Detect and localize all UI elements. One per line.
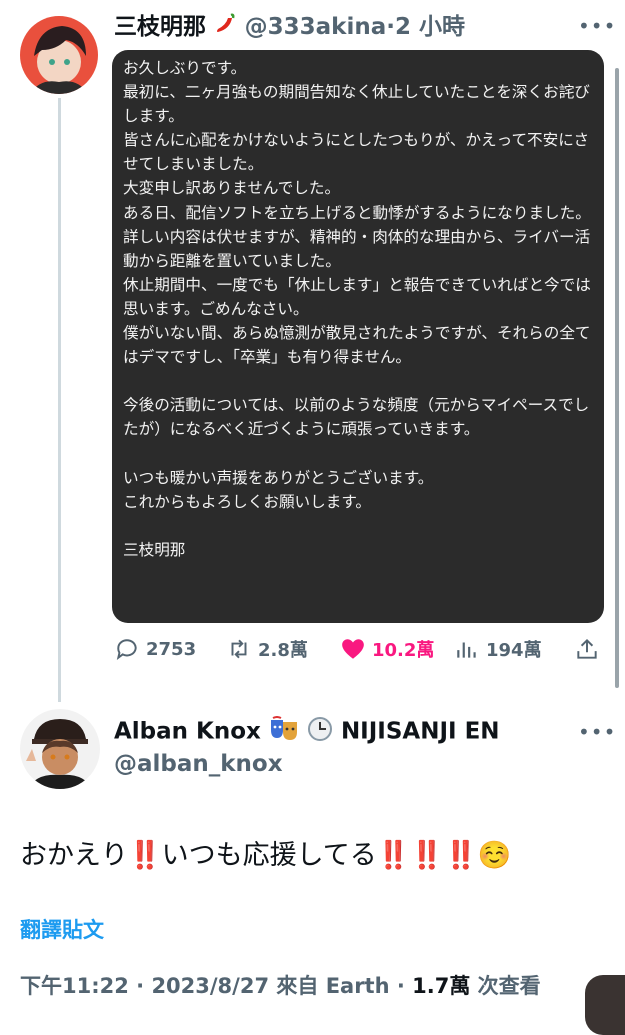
note-image[interactable]: お久しぶりです。 最初に、二ヶ月強もの期間告知なく休止していたことを深くお詫びし… — [112, 50, 604, 623]
affiliation-label: NIJISANJI EN — [340, 718, 500, 745]
reply-count: 2753 — [146, 638, 197, 660]
floating-action-button[interactable] — [585, 975, 625, 1035]
reply-icon — [116, 639, 137, 661]
reply-author-name[interactable]: Alban Knox — [114, 719, 261, 745]
like-button[interactable]: 10.2萬 — [340, 636, 434, 662]
like-count: 10.2萬 — [372, 640, 435, 661]
chili-pepper-icon — [213, 11, 237, 45]
share-upload-icon — [577, 638, 597, 659]
reply-text: おかえり‼️いつも応援してる‼️‼️‼️☺️ — [20, 840, 512, 871]
post-metadata: 下午11:22 · 2023/8/27 來自 Earth · 1.7萬 次查看 — [20, 970, 541, 1000]
view-count: 194萬 — [486, 640, 542, 661]
share-button[interactable] — [574, 636, 600, 662]
note-text: お久しぶりです。 最初に、二ヶ月強もの期間告知なく休止していたことを深くお詫びし… — [123, 59, 591, 559]
analytics-bars-icon — [457, 642, 476, 658]
author-avatar[interactable] — [20, 16, 98, 94]
scrollbar[interactable] — [615, 68, 619, 688]
handle-and-time[interactable]: @333akina·2 小時 — [245, 14, 465, 40]
views-button[interactable]: 194萬 — [454, 636, 542, 662]
reply-handle[interactable]: @alban_knox — [114, 751, 283, 777]
reply-more-dots-icon[interactable]: ••• — [578, 720, 616, 744]
retweet-icon — [231, 639, 247, 659]
thread-connector-line — [58, 98, 61, 702]
clock-icon — [307, 716, 333, 748]
heart-filled-icon — [342, 639, 364, 659]
tweet-actions: 2753 2.8萬 10.2萬 194萬 — [112, 636, 608, 670]
reply-button[interactable]: 2753 — [114, 636, 196, 662]
reply-author-avatar[interactable] — [20, 709, 100, 789]
performing-arts-icon — [269, 716, 299, 748]
view-count-total: 1.7萬 — [412, 974, 471, 998]
more-dots-icon[interactable]: ••• — [578, 14, 616, 38]
view-count-suffix: 次查看 — [470, 974, 541, 998]
retweet-count: 2.8萬 — [258, 640, 308, 661]
timestamp-source[interactable]: 下午11:22 · 2023/8/27 來自 Earth · — [20, 974, 412, 998]
author-name[interactable]: 三枝明那 — [114, 14, 206, 40]
retweet-button[interactable]: 2.8萬 — [226, 636, 308, 662]
translate-post-link[interactable]: 翻譯貼文 — [20, 914, 104, 944]
reply-author-name-line: Alban Knox NIJISANJI EN — [114, 716, 500, 748]
tweet-header: 三枝明那 @333akina·2 小時 — [114, 10, 465, 45]
